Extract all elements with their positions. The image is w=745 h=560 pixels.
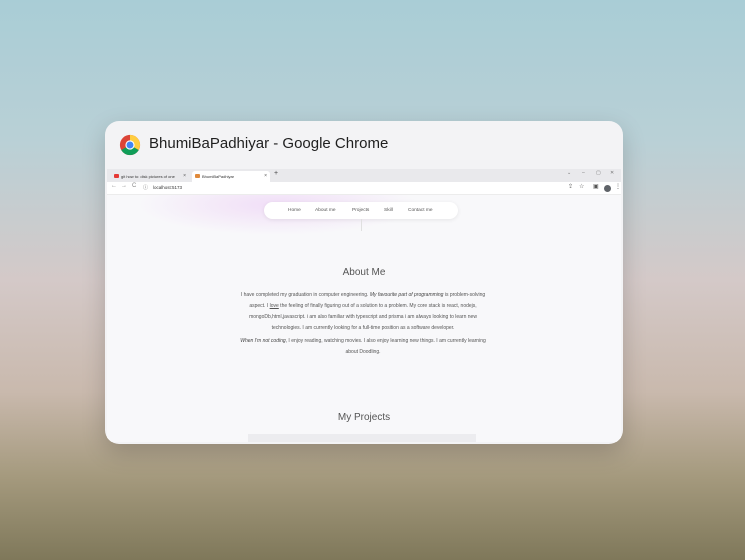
new-tab-button[interactable]: + <box>274 170 278 177</box>
reload-icon[interactable]: C <box>132 183 136 189</box>
nav-link-projects[interactable]: Projects <box>352 202 369 219</box>
nav-link-home[interactable]: Home <box>288 202 301 219</box>
nav-divider-line <box>361 219 362 231</box>
projects-heading: My Projects <box>337 412 391 423</box>
side-panel-icon[interactable]: ▣ <box>593 183 599 190</box>
window-preview-header: BhumiBaPadhiyar - Google Chrome <box>105 121 623 169</box>
page-content: Home About me Projects Skill Contact me … <box>107 195 621 442</box>
about-heading: About Me <box>342 267 386 278</box>
about-paragraph-2: When I'm not coding, I enjoy reading, wa… <box>240 338 486 355</box>
site-favicon-icon <box>195 174 200 178</box>
tab-label: BhumiBaPadhiyar <box>202 174 235 179</box>
tab-close-icon[interactable]: × <box>264 171 267 182</box>
about-text: I have completed my graduation in comput… <box>235 290 491 358</box>
menu-dots-icon[interactable]: ⋮ <box>615 183 621 190</box>
window-title: BhumiBaPadhiyar - Google Chrome <box>149 135 389 152</box>
close-window-button[interactable]: ✕ <box>610 170 614 176</box>
site-info-icon[interactable]: ⓘ <box>143 184 148 192</box>
site-navbar: Home About me Projects Skill Contact me <box>264 202 458 219</box>
minimize-button[interactable]: – <box>582 170 585 176</box>
nav-link-skill[interactable]: Skill <box>384 202 393 219</box>
url-text: localhost:5173 <box>153 185 183 190</box>
profile-avatar[interactable] <box>604 185 611 192</box>
back-icon[interactable]: ← <box>111 183 117 189</box>
restore-button[interactable]: ▢ <box>596 170 601 176</box>
tab-label: git how to: disk pictures of one <box>121 174 175 179</box>
chrome-logo-icon <box>119 134 141 156</box>
tab-close-icon[interactable]: × <box>183 171 186 182</box>
tab-search-icon[interactable]: ⌄ <box>567 170 571 176</box>
nav-link-contact[interactable]: Contact me <box>408 202 433 219</box>
browser-viewport: git how to: disk pictures of one × Bhumi… <box>107 169 621 442</box>
browser-toolbar: ← → C ⓘ localhost:5173 ⇪ ☆ ▣ ⋮ <box>107 182 621 195</box>
tab-strip: git how to: disk pictures of one × Bhumi… <box>107 169 621 182</box>
forward-icon[interactable]: → <box>121 183 127 189</box>
tab-youtube[interactable]: git how to: disk pictures of one × <box>111 171 189 182</box>
chrome-window-preview[interactable]: BhumiBaPadhiyar - Google Chrome git how … <box>105 121 623 444</box>
project-card <box>248 434 476 442</box>
share-icon[interactable]: ⇪ <box>568 183 573 190</box>
youtube-icon <box>114 174 119 178</box>
tab-portfolio[interactable]: BhumiBaPadhiyar × <box>192 171 270 182</box>
address-bar[interactable]: ⓘ localhost:5173 <box>143 184 563 192</box>
bookmark-star-icon[interactable]: ☆ <box>579 183 584 190</box>
about-paragraph-1: I have completed my graduation in comput… <box>240 292 486 331</box>
nav-link-about[interactable]: About me <box>315 202 336 219</box>
